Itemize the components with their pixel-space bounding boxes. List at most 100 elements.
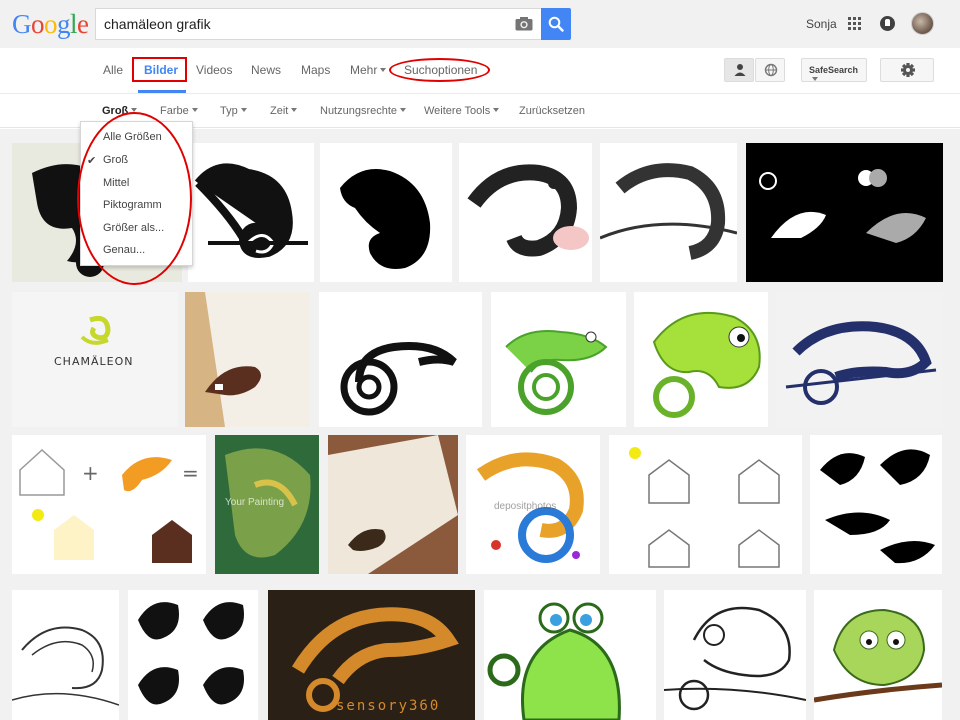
image-result[interactable]	[484, 590, 656, 720]
chameleon-icons-image	[138, 602, 244, 705]
logo-letter: l	[70, 9, 78, 39]
filter-color-label: Farbe	[160, 105, 189, 117]
image-result[interactable]	[185, 292, 310, 427]
annotation-ellipse	[389, 58, 490, 82]
filter-time[interactable]: Zeit	[270, 105, 298, 117]
chameleon-image	[600, 163, 737, 260]
image-result[interactable]	[664, 590, 806, 720]
tab-maps[interactable]: Maps	[301, 63, 330, 77]
image-result[interactable]	[12, 590, 119, 720]
chevron-down-icon	[812, 77, 818, 81]
chameleon-image	[328, 435, 458, 574]
image-result[interactable]	[634, 292, 768, 427]
chevron-down-icon	[291, 108, 298, 112]
chameleon-image	[652, 311, 761, 418]
filter-type-label: Typ	[220, 105, 238, 117]
image-result[interactable]	[128, 590, 258, 720]
grid-icon[interactable]	[848, 17, 861, 30]
image-result[interactable]	[188, 143, 314, 282]
camera-icon[interactable]	[515, 16, 533, 31]
annotation-ellipse	[77, 112, 192, 285]
chameleon-image	[12, 626, 119, 706]
bell-icon[interactable]	[880, 16, 895, 31]
chameleon-image	[340, 169, 431, 269]
safesearch-label: SafeSearch	[809, 65, 859, 75]
image-result[interactable]	[814, 590, 942, 720]
private-results-button[interactable]	[724, 58, 754, 82]
chameleon-image	[487, 602, 621, 720]
search-input[interactable]	[104, 9, 504, 39]
settings-button[interactable]	[880, 58, 934, 82]
filter-time-label: Zeit	[270, 105, 289, 117]
logo-letter: o	[44, 9, 58, 39]
image-result[interactable]: depositphotos	[466, 435, 600, 574]
chevron-down-icon	[493, 108, 500, 112]
tab-alle[interactable]: Alle	[103, 63, 123, 77]
logo-letter: e	[77, 9, 89, 39]
logo-letter: g	[57, 9, 71, 39]
active-tab-indicator	[138, 90, 186, 93]
image-result[interactable]	[746, 143, 943, 282]
chameleon-image	[814, 608, 942, 703]
image-result[interactable]	[810, 435, 942, 574]
filter-more-tools-label: Weitere Tools	[424, 105, 491, 117]
diagram-image	[629, 447, 780, 568]
search-button[interactable]	[541, 8, 571, 40]
chevron-down-icon	[400, 108, 407, 112]
chameleon-image	[205, 292, 310, 427]
globe-icon	[764, 63, 778, 77]
chameleon-image	[340, 342, 457, 416]
logo-letter: G	[12, 9, 32, 39]
image-result[interactable]	[459, 143, 592, 282]
chevron-down-icon	[380, 68, 387, 72]
annotation-rectangle	[132, 57, 187, 82]
image-result[interactable]: + =	[12, 435, 206, 574]
image-result[interactable]	[776, 292, 943, 427]
filter-usage-rights-label: Nutzungsrechte	[320, 105, 398, 117]
tab-videos[interactable]: Videos	[196, 63, 232, 77]
painting-watermark: Your Painting	[225, 497, 285, 508]
user-avatar[interactable]	[911, 12, 934, 35]
tab-mehr[interactable]: Mehr	[350, 63, 387, 77]
user-name[interactable]: Sonja	[806, 17, 837, 31]
image-result[interactable]	[609, 435, 802, 574]
svg-text:+: +	[82, 461, 99, 485]
image-result[interactable]: sensory360	[268, 590, 475, 720]
filter-more-tools[interactable]: Weitere Tools	[424, 105, 500, 117]
magnifier-icon	[548, 16, 564, 32]
google-logo[interactable]: Google	[12, 9, 89, 39]
image-result[interactable]	[320, 143, 452, 282]
chameleon-image	[467, 164, 589, 257]
safesearch-button[interactable]: SafeSearch	[801, 58, 867, 82]
image-result[interactable]: CHAMÄLEON	[12, 292, 178, 427]
tab-mehr-label: Mehr	[350, 63, 378, 77]
tab-news[interactable]: News	[251, 63, 281, 77]
chameleon-image	[820, 449, 935, 564]
filter-color[interactable]: Farbe	[160, 105, 198, 117]
person-icon	[734, 64, 746, 76]
chevron-down-icon	[191, 108, 198, 112]
filter-usage-rights[interactable]: Nutzungsrechte	[320, 105, 407, 117]
chameleon-image	[759, 169, 926, 243]
chameleon-image	[505, 330, 608, 415]
image-result[interactable]: Your Painting	[215, 435, 319, 574]
reset-filters-link[interactable]: Zurücksetzen	[519, 105, 585, 117]
logo-letter: o	[31, 9, 45, 39]
filter-type[interactable]: Typ	[220, 105, 247, 117]
public-results-button[interactable]	[755, 58, 785, 82]
chameleon-image	[785, 321, 937, 405]
search-tabs: Alle Bilder Videos News Maps Mehr Suchop…	[0, 48, 960, 94]
svg-text:=: =	[182, 461, 199, 485]
image-result[interactable]	[491, 292, 626, 427]
search-box	[95, 8, 541, 40]
image-result[interactable]	[328, 435, 458, 574]
chamaeleon-logo-text: CHAMÄLEON	[54, 355, 134, 368]
image-result[interactable]	[600, 143, 737, 282]
depositphotos-watermark: depositphotos	[494, 501, 557, 512]
chevron-down-icon	[240, 108, 247, 112]
gear-icon	[901, 63, 915, 77]
chameleon-image	[664, 606, 806, 711]
top-bar: Google Sonja	[0, 0, 960, 48]
image-result[interactable]	[319, 292, 482, 427]
sensory360-watermark: sensory360	[336, 698, 441, 714]
